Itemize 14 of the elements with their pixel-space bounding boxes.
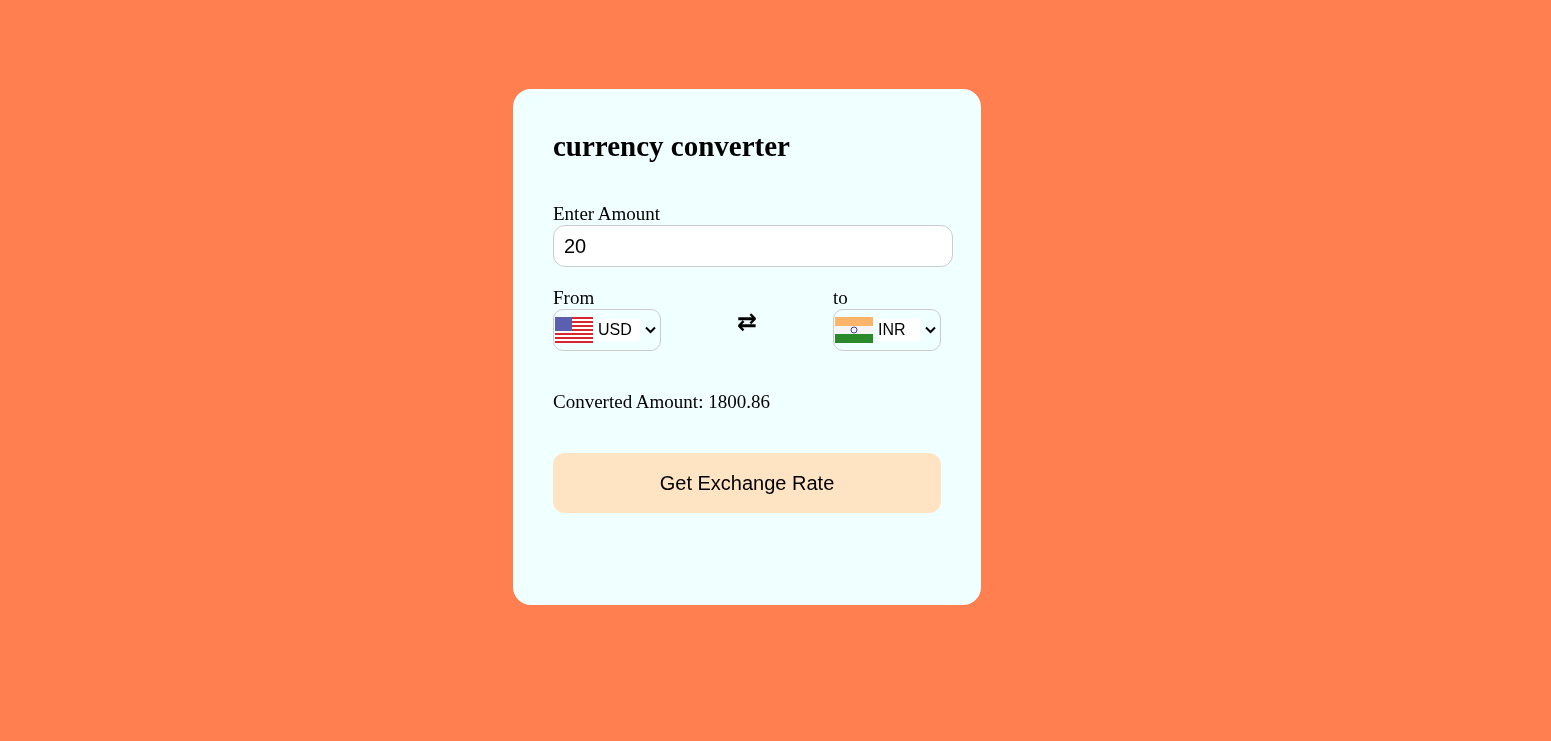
chevron-icon <box>925 326 936 334</box>
currency-select[interactable]: USD <box>553 309 661 351</box>
field-label: Enter Amount <box>553 203 662 225</box>
converted-amount: Converted Amount: 1800.86 <box>553 391 771 413</box>
field-label: From <box>553 287 596 309</box>
amount-field[interactable]: 20 <box>553 225 953 267</box>
flag-icon <box>555 317 593 343</box>
chevron-icon <box>645 326 656 334</box>
swap-icon[interactable]: ⇄ <box>736 308 758 336</box>
field-label: to <box>833 287 849 309</box>
app-title: currency converter <box>553 129 791 163</box>
currency-select[interactable]: INR <box>833 309 941 351</box>
flag-icon <box>835 317 873 343</box>
exchange-rate-button[interactable]: Get Exchange Rate <box>553 453 941 513</box>
